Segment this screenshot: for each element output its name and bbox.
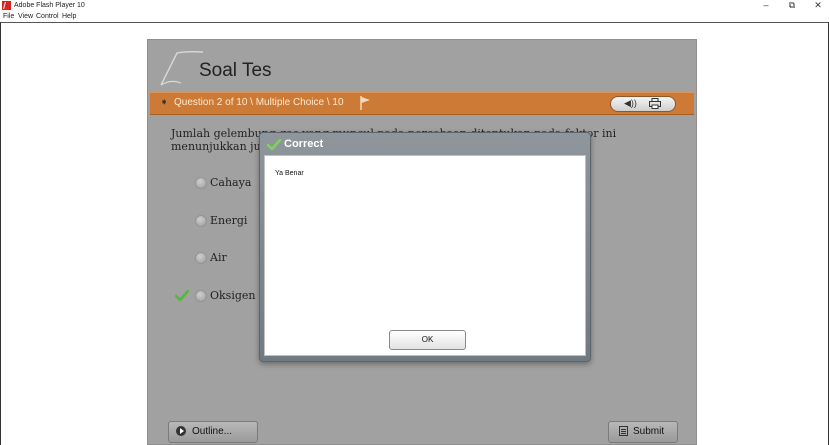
menu-view[interactable]: View (18, 12, 33, 22)
menu-control[interactable]: Control (36, 12, 59, 22)
question-info-label: Question 2 of 10 \ Multiple Choice \ 10 (174, 97, 344, 108)
question-info-bar: ➧ Question 2 of 10 \ Multiple Choice \ 1… (150, 92, 694, 115)
ok-button[interactable]: OK (389, 330, 466, 350)
document-icon (619, 426, 628, 436)
content-frame-top (0, 22, 829, 23)
audio-print-toolbar: ◀︎)) (610, 96, 676, 112)
outline-button[interactable]: Outline... (168, 421, 258, 443)
answer-option-label: Energi (210, 214, 248, 227)
dialog-message: Ya Benar (275, 170, 304, 177)
radio-button[interactable] (195, 252, 207, 264)
flag-icon[interactable] (358, 95, 372, 111)
outline-button-label: Outline... (192, 426, 233, 437)
menu-file[interactable]: File (3, 12, 14, 22)
radio-button[interactable] (195, 215, 207, 227)
submit-button[interactable]: Submit (608, 421, 678, 443)
answer-option-label: Cahaya (210, 176, 252, 189)
quiz-title: Soal Tes (199, 60, 272, 81)
print-icon[interactable] (649, 98, 661, 109)
dialog-title: Correct (284, 138, 324, 150)
speaker-icon[interactable]: ◀︎)) (624, 98, 637, 109)
ok-button-label: OK (421, 335, 434, 344)
content-frame-left (0, 22, 1, 445)
title-bar: Adobe Flash Player 10 – ⧉ ✕ (0, 0, 829, 12)
flash-player-icon (2, 1, 11, 10)
menu-bar: File View Control Help (0, 12, 829, 22)
window-title: Adobe Flash Player 10 (14, 2, 85, 9)
submit-button-label: Submit (633, 426, 665, 437)
radio-button[interactable] (195, 177, 207, 189)
menu-help[interactable]: Help (62, 12, 76, 22)
close-button[interactable]: ✕ (811, 0, 825, 11)
correct-check-icon (175, 290, 189, 302)
restore-button[interactable]: ⧉ (785, 0, 799, 11)
dialog-body: Ya Benar OK (264, 155, 586, 356)
feedback-dialog: Correct Ya Benar OK (259, 132, 591, 362)
radio-button-selected[interactable] (195, 290, 207, 302)
minimize-button[interactable]: – (759, 0, 773, 11)
play-circle-icon (176, 426, 186, 436)
answer-option-label: Air (210, 251, 227, 264)
question-list-arrow-icon[interactable]: ➧ (160, 97, 168, 108)
answer-option-label: Oksigen (210, 289, 256, 302)
correct-check-icon (267, 139, 281, 151)
